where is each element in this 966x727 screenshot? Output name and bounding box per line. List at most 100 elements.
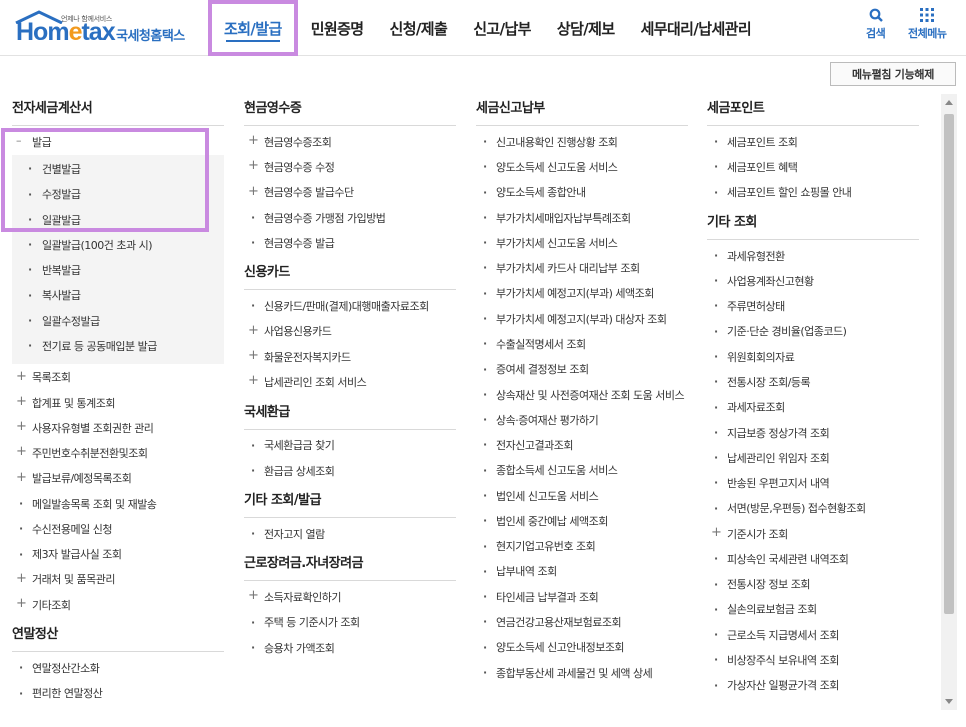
menu-item[interactable]: 부가가치세 예정고지(부과) 대상자 조회 [476,307,688,332]
menu-item[interactable]: 부가가치세 예정고지(부과) 세액조회 [476,282,688,307]
menu-item[interactable]: 부가가치세 카드사 대리납부 조회 [476,256,688,281]
menu-item[interactable]: 환급금 상세조회 [244,459,456,484]
hometax-logo[interactable]: 언제나 함께서비스 Hometax 국세청홈택스 [12,8,194,48]
menu-item[interactable]: 주택 등 기준시가 조회 [244,611,456,636]
menu-item[interactable]: 현금영수증 발급수단 [244,181,456,206]
gnb-tab[interactable]: 상담/제보 [544,0,628,56]
menu-item[interactable]: 주류면허상태 [707,294,919,319]
menu-item[interactable]: 현금영수증조회 [244,130,456,155]
menu-item[interactable]: 비상장주식 보유내역 조회 [707,648,919,673]
menu-item-issue[interactable]: 발급 [12,130,224,155]
menu-item[interactable]: 연금건강고용산재보험료조회 [476,610,688,635]
gnb-tab[interactable]: 조회/발급 [208,0,298,56]
menu-item[interactable]: 종합소득세 신고도움 서비스 [476,459,688,484]
menu-item[interactable]: 소득자료확인하기 [244,585,456,610]
menu-item[interactable]: 상속재산 및 사전증여재산 조회 도움 서비스 [476,383,688,408]
menu-item[interactable]: 일괄발급 [12,208,224,233]
menu-item[interactable]: 목록조회 [12,366,224,391]
section-title: 신용카드 [244,256,456,291]
all-menu-button[interactable]: 전체메뉴 [908,8,947,41]
menu-item[interactable]: 화물운전자복지카드 [244,345,456,370]
menu-item[interactable]: 양도소득세 신고안내정보조회 [476,636,688,661]
scrollbar-thumb[interactable] [944,114,954,614]
menu-item[interactable]: 연말정산간소화 [12,656,224,681]
gnb-tab[interactable]: 민원증명 [298,0,377,56]
menu-item[interactable]: 사업용계좌신고현황 [707,269,919,294]
logo-korean-name: 국세청홈택스 [116,29,185,44]
gnb-tab[interactable]: 신고/납부 [460,0,544,56]
menu-item[interactable]: 부가가치세매입자납부특례조회 [476,206,688,231]
menu-item[interactable]: 실손의료보험금 조회 [707,598,919,623]
menu-item[interactable]: 과세자료조회 [707,396,919,421]
menu-item[interactable]: 현금영수증 가맹점 가입방법 [244,206,456,231]
menu-item[interactable]: 일괄발급(100건 초과 시) [12,233,224,258]
menu-item[interactable]: 전자신고결과조회 [476,433,688,458]
menu-item[interactable]: 반송된 우편고지서 내역 [707,471,919,496]
search-label: 검색 [866,27,886,40]
scroll-down-icon[interactable] [945,699,953,704]
menu-item[interactable]: 부가가치세 신고도움 서비스 [476,231,688,256]
menu-item[interactable]: 증여세 결정정보 조회 [476,358,688,383]
menu-item[interactable]: 기타조회 [12,593,224,618]
menu-item[interactable]: 피상속인 국세관련 내역조회 [707,547,919,572]
menu-item[interactable]: 세금포인트 조회 [707,130,919,155]
menu-item[interactable]: 위원회회의자료 [707,345,919,370]
menu-item[interactable]: 세금포인트 할인 쇼핑몰 안내 [707,181,919,206]
menu-item[interactable]: 제3자 발급사실 조회 [12,543,224,568]
menu-item[interactable]: 건별발급 [12,157,224,182]
menu-item[interactable]: 기준·단순 경비율(업종코드) [707,320,919,345]
menu-item[interactable]: 주민번호수취분전환및조회 [12,441,224,466]
menu-item[interactable]: 수출실적명세서 조회 [476,332,688,357]
menu-item[interactable]: 세금포인트 혜택 [707,155,919,180]
menu-item[interactable]: 전통시장 조회/등록 [707,370,919,395]
menu-item[interactable]: 과세유형전환 [707,244,919,269]
gnb-tab[interactable]: 신청/제출 [377,0,461,56]
menu-item[interactable]: 전기료 등 공동매입분 발급 [12,334,224,359]
menu-item[interactable]: 합계표 및 통계조회 [12,391,224,416]
menu-item[interactable]: 납부내역 조회 [476,560,688,585]
menu-item[interactable]: 납세관리인 조회 서비스 [244,370,456,395]
menu-item[interactable]: 반복발급 [12,258,224,283]
search-button[interactable]: 검색 [866,8,886,41]
scroll-up-icon[interactable] [945,100,953,105]
menu-item[interactable]: 메일발송목록 조회 및 재발송 [12,492,224,517]
menu-item[interactable]: 현금영수증 수정 [244,155,456,180]
menu-item[interactable]: 복사발급 [12,284,224,309]
menu-expand-toggle-button[interactable]: 메뉴펼침 기능해제 [830,62,956,86]
menu-item[interactable]: 전자고지 열람 [244,522,456,547]
menu-item[interactable]: 근로소득 지급명세서 조회 [707,623,919,648]
column-tax-points: 세금포인트세금포인트 조회세금포인트 혜택세금포인트 할인 쇼핑몰 안내기타 조… [707,94,919,699]
menu-item[interactable]: 전통시장 정보 조회 [707,573,919,598]
menu-item[interactable]: 편리한 연말정산 [12,682,224,707]
menu-item[interactable]: 신고내용확인 진행상황 조회 [476,130,688,155]
menu-item[interactable]: 승용차 가액조회 [244,636,456,661]
menu-item[interactable]: 거래처 및 품목관리 [12,568,224,593]
menu-item[interactable]: 법인세 중간예납 세액조회 [476,509,688,534]
menu-item[interactable]: 가상자산 일평균가격 조회 [707,674,919,699]
all-menu-label: 전체메뉴 [908,27,947,40]
menu-item[interactable]: 수신전용메일 신청 [12,517,224,542]
menu-item[interactable]: 법인세 신고도움 서비스 [476,484,688,509]
menu-item[interactable]: 사용자유형별 조회권한 관리 [12,416,224,441]
menu-item[interactable]: 납세관리인 위임자 조회 [707,446,919,471]
menu-item[interactable]: 양도소득세 종합안내 [476,181,688,206]
menu-item[interactable]: 기준시가 조회 [707,522,919,547]
section-title: 기타 조회 [707,206,919,240]
menu-item[interactable]: 지급보증 정상가격 조회 [707,421,919,446]
gnb-tab[interactable]: 세무대리/납세관리 [628,0,764,56]
menu-item[interactable]: 양도소득세 신고도움 서비스 [476,155,688,180]
menu-item[interactable]: 현금영수증 발급 [244,231,456,256]
menu-item[interactable]: 사업용신용카드 [244,320,456,345]
menu-item[interactable]: 국세환급금 찾기 [244,434,456,459]
menu-item[interactable]: 타인세금 납부결과 조회 [476,585,688,610]
menu-item[interactable]: 수정발급 [12,183,224,208]
menu-item[interactable]: 현지기업고유번호 조회 [476,535,688,560]
menu-item[interactable]: 서면(방문,우편등) 접수현황조회 [707,497,919,522]
menu-item[interactable]: 상속·증여재산 평가하기 [476,408,688,433]
menu-item[interactable]: 종합부동산세 과세물건 및 세액 상세 [476,661,688,686]
menu-item[interactable]: 일괄수정발급 [12,309,224,334]
menu-item[interactable]: 신용카드/판매(결제)대행매출자료조회 [244,294,456,319]
menu-item[interactable]: 발급보류/예정목록조회 [12,467,224,492]
vertical-scrollbar[interactable] [941,94,957,710]
section-title: 세금포인트 [707,94,919,126]
